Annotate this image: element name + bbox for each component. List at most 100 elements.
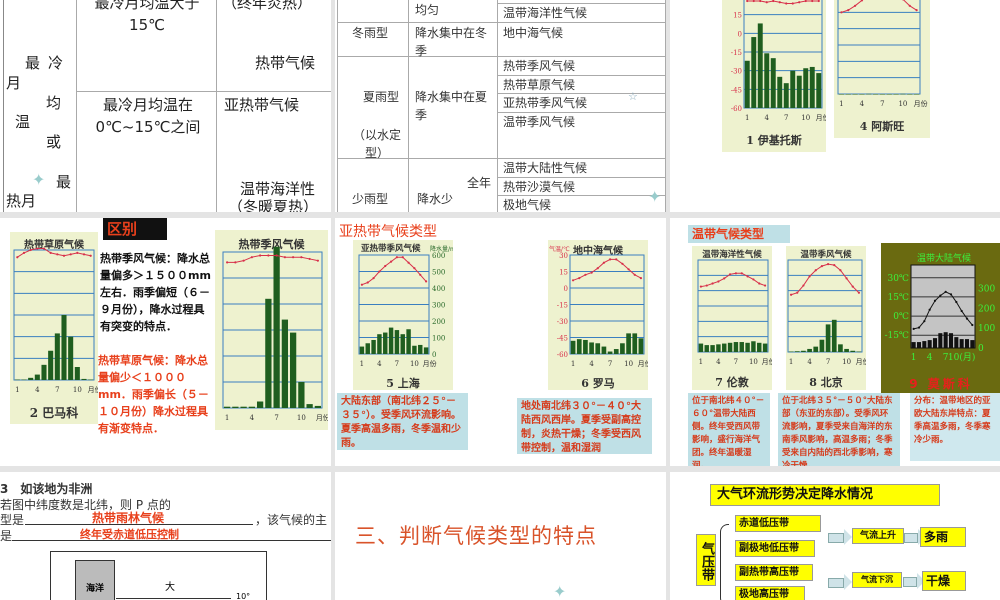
month-tick-label: 1 <box>571 360 575 368</box>
precip-bar <box>809 66 815 108</box>
precip-bar <box>893 94 899 95</box>
temperature-tick-label: -45 <box>731 86 742 94</box>
month-tick-label: 月份 <box>914 99 928 108</box>
precip-bar <box>412 345 417 354</box>
precip-bar <box>803 68 809 108</box>
temperature-point <box>847 9 850 12</box>
chart-caption: 2 巴马科 <box>29 406 79 420</box>
temperature-point <box>826 262 830 266</box>
label-char: 月 <box>6 74 22 92</box>
month-tick-label: 4 <box>807 358 812 366</box>
cell-climate: 热带季风气候 <box>503 59 576 73</box>
precip-bar <box>289 332 297 408</box>
slide-thumbnail-2[interactable]: 均匀 温带海洋性气候 冬雨型 降水集中在冬季 地中海气候 夏雨型 （以水定型） … <box>335 0 666 212</box>
temperature-point <box>300 256 303 259</box>
precip-bar <box>954 337 959 348</box>
month-tick-label: 4 <box>589 360 594 368</box>
table-divider <box>337 22 666 23</box>
slide-thumbnail-9[interactable]: 大气环流形势决定降水情况 气压带 赤道低压带 副极地低压带 副热带高压带 极地高… <box>670 472 1000 600</box>
precip-bar <box>406 329 411 354</box>
precip-bar <box>48 350 54 380</box>
month-tick-label: 10 <box>842 358 851 366</box>
month-tick-label: 10(月) <box>948 352 975 363</box>
slide-thumbnail-3[interactable]: 30150-15-30-45-6014710月份 1 伊基托斯 14710月份 … <box>670 0 1000 212</box>
temperature-point <box>407 261 410 264</box>
temperature-tick-label: -60 <box>557 351 568 359</box>
temperature-point <box>802 284 805 287</box>
temperature-point <box>752 0 755 3</box>
slide-thumbnail-4[interactable]: 区别 热带草原气候 14710月份 2 巴马科 热带季风气候：降水总量偏多＞１５… <box>0 218 331 466</box>
precipitation-tick-label: 300 <box>432 302 445 310</box>
precip-bar <box>377 334 382 354</box>
question-line: 型是 <box>0 513 25 527</box>
temperature-point <box>608 258 612 261</box>
chart-caption: 4 阿斯旺 <box>859 120 905 133</box>
temperature-tick-label: 30 <box>733 0 742 1</box>
precip-bar <box>21 379 27 381</box>
belt-box: 副极地低压带 <box>735 540 815 557</box>
month-tick-label: 10 <box>801 114 810 122</box>
precip-bar <box>838 344 843 352</box>
table-divider <box>216 0 217 212</box>
pressure-belt-label: 气压带 <box>696 534 716 586</box>
slide-thumbnail-7[interactable]: 3 如该地为非洲 若图中纬度数是北纬，则 P 点的 型是 热带雨林气候 ，该气候… <box>0 472 331 600</box>
month-tick-label: 4 <box>765 114 770 122</box>
chart-caption: 6 罗马 <box>581 377 615 390</box>
precip-bar <box>790 70 796 108</box>
temperature-tick-label: -45 <box>557 335 568 343</box>
precip-bar <box>248 406 256 408</box>
temperature-point <box>746 275 749 278</box>
cell-note: （以水定型） <box>352 128 401 160</box>
cell-type: 冬雨型 <box>352 26 389 40</box>
month-tick-label: 1 <box>15 386 19 394</box>
precip-bar <box>807 348 812 352</box>
precipitation-tick-label: 300 <box>978 285 995 295</box>
precip-bar <box>81 378 87 380</box>
month-tick-label: 月份 <box>316 413 328 422</box>
cell-climate: 温带海洋性气候 <box>503 6 588 20</box>
table-divider <box>337 56 666 57</box>
slide-thumbnail-1[interactable]: 最 冷 月 均 温 或 ✦ 最 热月 最冷月均温大于15℃ （终年炎热） 热带气… <box>0 0 331 212</box>
chart-caption: 7 伦敦 <box>715 376 749 389</box>
month-tick-label: 月份 <box>856 357 866 366</box>
cell-climate: 极地气候 <box>503 198 552 212</box>
precip-bar <box>922 341 927 348</box>
temperature-point <box>395 256 399 259</box>
month-tick-label: 7 <box>608 360 612 368</box>
month-tick-label: 1 <box>699 358 703 366</box>
london-description: 位于南北纬４０°－６０°温带大陆西侧。终年受西风带影响，盛行海洋气团。终年温暖湿… <box>688 393 770 466</box>
slide-thumbnail-6[interactable]: 温带气候类型 温带海洋性气候 14710月份 7 伦敦 温带季风气候 14710… <box>670 218 1000 466</box>
precipitation-tick-label: 200 <box>432 318 445 326</box>
month-tick-label: 月份 <box>816 113 826 122</box>
cell-climate: 热带沙漠气候 <box>503 180 576 194</box>
slide-thumbnail-8[interactable]: 三、判断气候类型的特点 ✦ <box>335 472 666 600</box>
beijing-description: 位于北纬３５°－５０°大陆东部（东亚的东部）。受季风环流影响，夏季受来自海洋的东… <box>778 393 900 466</box>
precip-bar <box>911 342 916 348</box>
month-tick-label: 4 <box>927 353 933 363</box>
cell-climate: 热带草原气候 <box>503 78 576 92</box>
precip-bar <box>739 342 744 352</box>
precip-bar <box>856 351 862 353</box>
temperature-point <box>42 247 46 250</box>
latitude-label: 10° <box>236 592 251 600</box>
precip-bar <box>788 351 794 353</box>
slide-thumbnail-5[interactable]: 亚热带气候类型 亚热带季风气候 600 500 400 300 200 100 0 降水量/m… <box>335 218 666 466</box>
savanna-description: 热带草原气候：降水总量偏少＜１０００mm．雨季偏长（５－１０月份）降水过程具有渐… <box>98 354 209 435</box>
month-tick-label: 10 <box>73 386 82 394</box>
precip-bar <box>570 340 576 354</box>
precip-bar <box>727 342 733 352</box>
shanghai-description: 大陆东部（南北纬２５°－３５°）。受季风环流影响。夏季高温多雨，冬季温和少雨。 <box>337 393 468 450</box>
precip-bar <box>751 37 757 108</box>
moscow-description: 分布：温带地区的亚欧大陆东岸特点：夏季高温多雨，冬季寒冷少雨。 <box>910 393 1000 461</box>
climate-chart-beijing: 温带季风气候 14710月份 8 北京 <box>786 246 866 390</box>
month-tick-label: 7 <box>395 360 399 368</box>
cell-climate: 亚热带季风气候 <box>503 96 588 110</box>
label-char: 均 <box>46 94 62 112</box>
month-tick-label: 7 <box>826 358 830 366</box>
temperature-point <box>633 273 636 276</box>
question-line: 3 如该地为非洲 <box>0 482 93 496</box>
precip-bar <box>907 94 913 95</box>
temperature-point <box>596 267 599 270</box>
temperature-point <box>944 290 947 293</box>
temperature-point <box>789 293 793 296</box>
